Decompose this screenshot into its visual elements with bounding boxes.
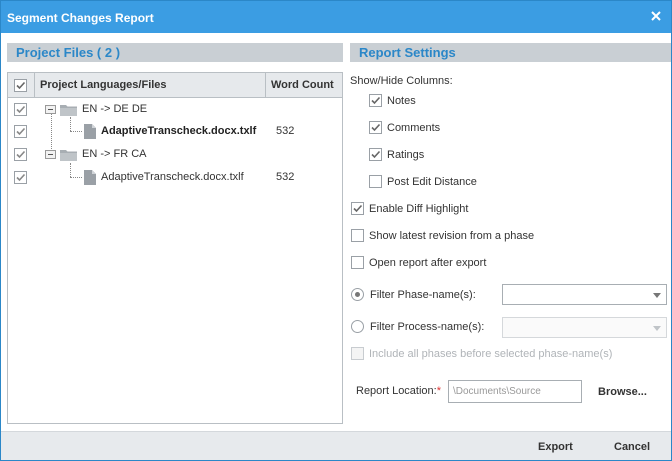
show-hide-columns-label: Show/Hide Columns: [350,75,453,87]
post-edit-distance-label: Post Edit Distance [387,176,477,188]
column-divider [265,73,266,98]
table-header: Project Languages/Files Word Count [8,73,342,98]
comments-checkbox[interactable] [369,121,382,134]
word-count-value: 532 [276,125,295,137]
file-name-label: AdaptiveTranscheck.docx.txlf [101,125,257,137]
table-row[interactable]: EN -> DE DE [8,99,342,121]
file-icon [84,170,96,188]
show-latest-revision-label: Show latest revision from a phase [369,230,535,242]
dialog-title: Segment Changes Report [7,11,154,25]
table-row[interactable]: EN -> FR CA [8,144,342,166]
title-bar: Segment Changes Report [1,1,671,33]
include-all-phases-label: Include all phases before selected phase… [369,348,613,360]
report-location-label: Report Location:* [356,385,441,397]
close-icon[interactable] [649,9,663,23]
row-checkbox[interactable] [14,171,27,184]
table-row[interactable]: AdaptiveTranscheck.docx.txlf 532 [8,121,342,143]
enable-diff-highlight-checkbox[interactable] [351,202,364,215]
language-pair-label: EN -> FR CA [82,148,147,160]
open-report-after-export-label: Open report after export [369,257,487,269]
language-pair-label: EN -> DE DE [82,103,148,115]
folder-icon [60,148,77,164]
cancel-button[interactable]: Cancel [614,441,650,453]
filter-phase-label: Filter Phase-name(s): [370,289,476,301]
filter-phase-radio[interactable] [351,288,364,301]
filter-process-dropdown[interactable] [502,317,667,338]
include-all-phases-checkbox[interactable] [351,347,364,360]
folder-icon [60,103,77,119]
report-location-input[interactable] [448,380,582,403]
filter-phase-dropdown[interactable] [502,284,667,305]
show-latest-revision-checkbox[interactable] [351,229,364,242]
open-report-after-export-checkbox[interactable] [351,256,364,269]
row-checkbox[interactable] [14,103,27,116]
ratings-label: Ratings [387,149,425,161]
filter-process-label: Filter Process-name(s): [370,321,485,333]
column-header-languages-files[interactable]: Project Languages/Files [40,79,167,91]
row-checkbox[interactable] [14,148,27,161]
chevron-down-icon [653,293,661,298]
dialog-footer: Export Cancel [1,431,671,460]
select-all-checkbox[interactable] [14,79,27,92]
row-checkbox[interactable] [14,125,27,138]
project-files-table: Project Languages/Files Word Count EN ->… [7,72,343,424]
required-mark: * [436,385,441,397]
collapse-icon[interactable] [45,150,56,159]
project-files-header: Project Files ( 2 ) [7,43,343,62]
ratings-checkbox[interactable] [369,148,382,161]
file-name-label: AdaptiveTranscheck.docx.txlf [101,171,244,183]
enable-diff-highlight-label: Enable Diff Highlight [369,203,469,215]
export-button[interactable]: Export [538,441,573,453]
select-all-cell [8,73,35,98]
comments-label: Comments [387,122,441,134]
chevron-down-icon [653,326,661,331]
report-settings-header: Report Settings [350,43,671,62]
word-count-value: 532 [276,171,295,183]
collapse-icon[interactable] [45,105,56,114]
column-header-word-count[interactable]: Word Count [271,79,334,91]
segment-changes-report-dialog: Segment Changes Report Project Files ( 2… [0,0,672,461]
post-edit-distance-checkbox[interactable] [369,175,382,188]
filter-process-radio[interactable] [351,320,364,333]
file-icon [84,124,96,142]
notes-label: Notes [387,95,416,107]
table-row[interactable]: AdaptiveTranscheck.docx.txlf 532 [8,167,342,189]
browse-button[interactable]: Browse... [598,386,647,398]
notes-checkbox[interactable] [369,94,382,107]
